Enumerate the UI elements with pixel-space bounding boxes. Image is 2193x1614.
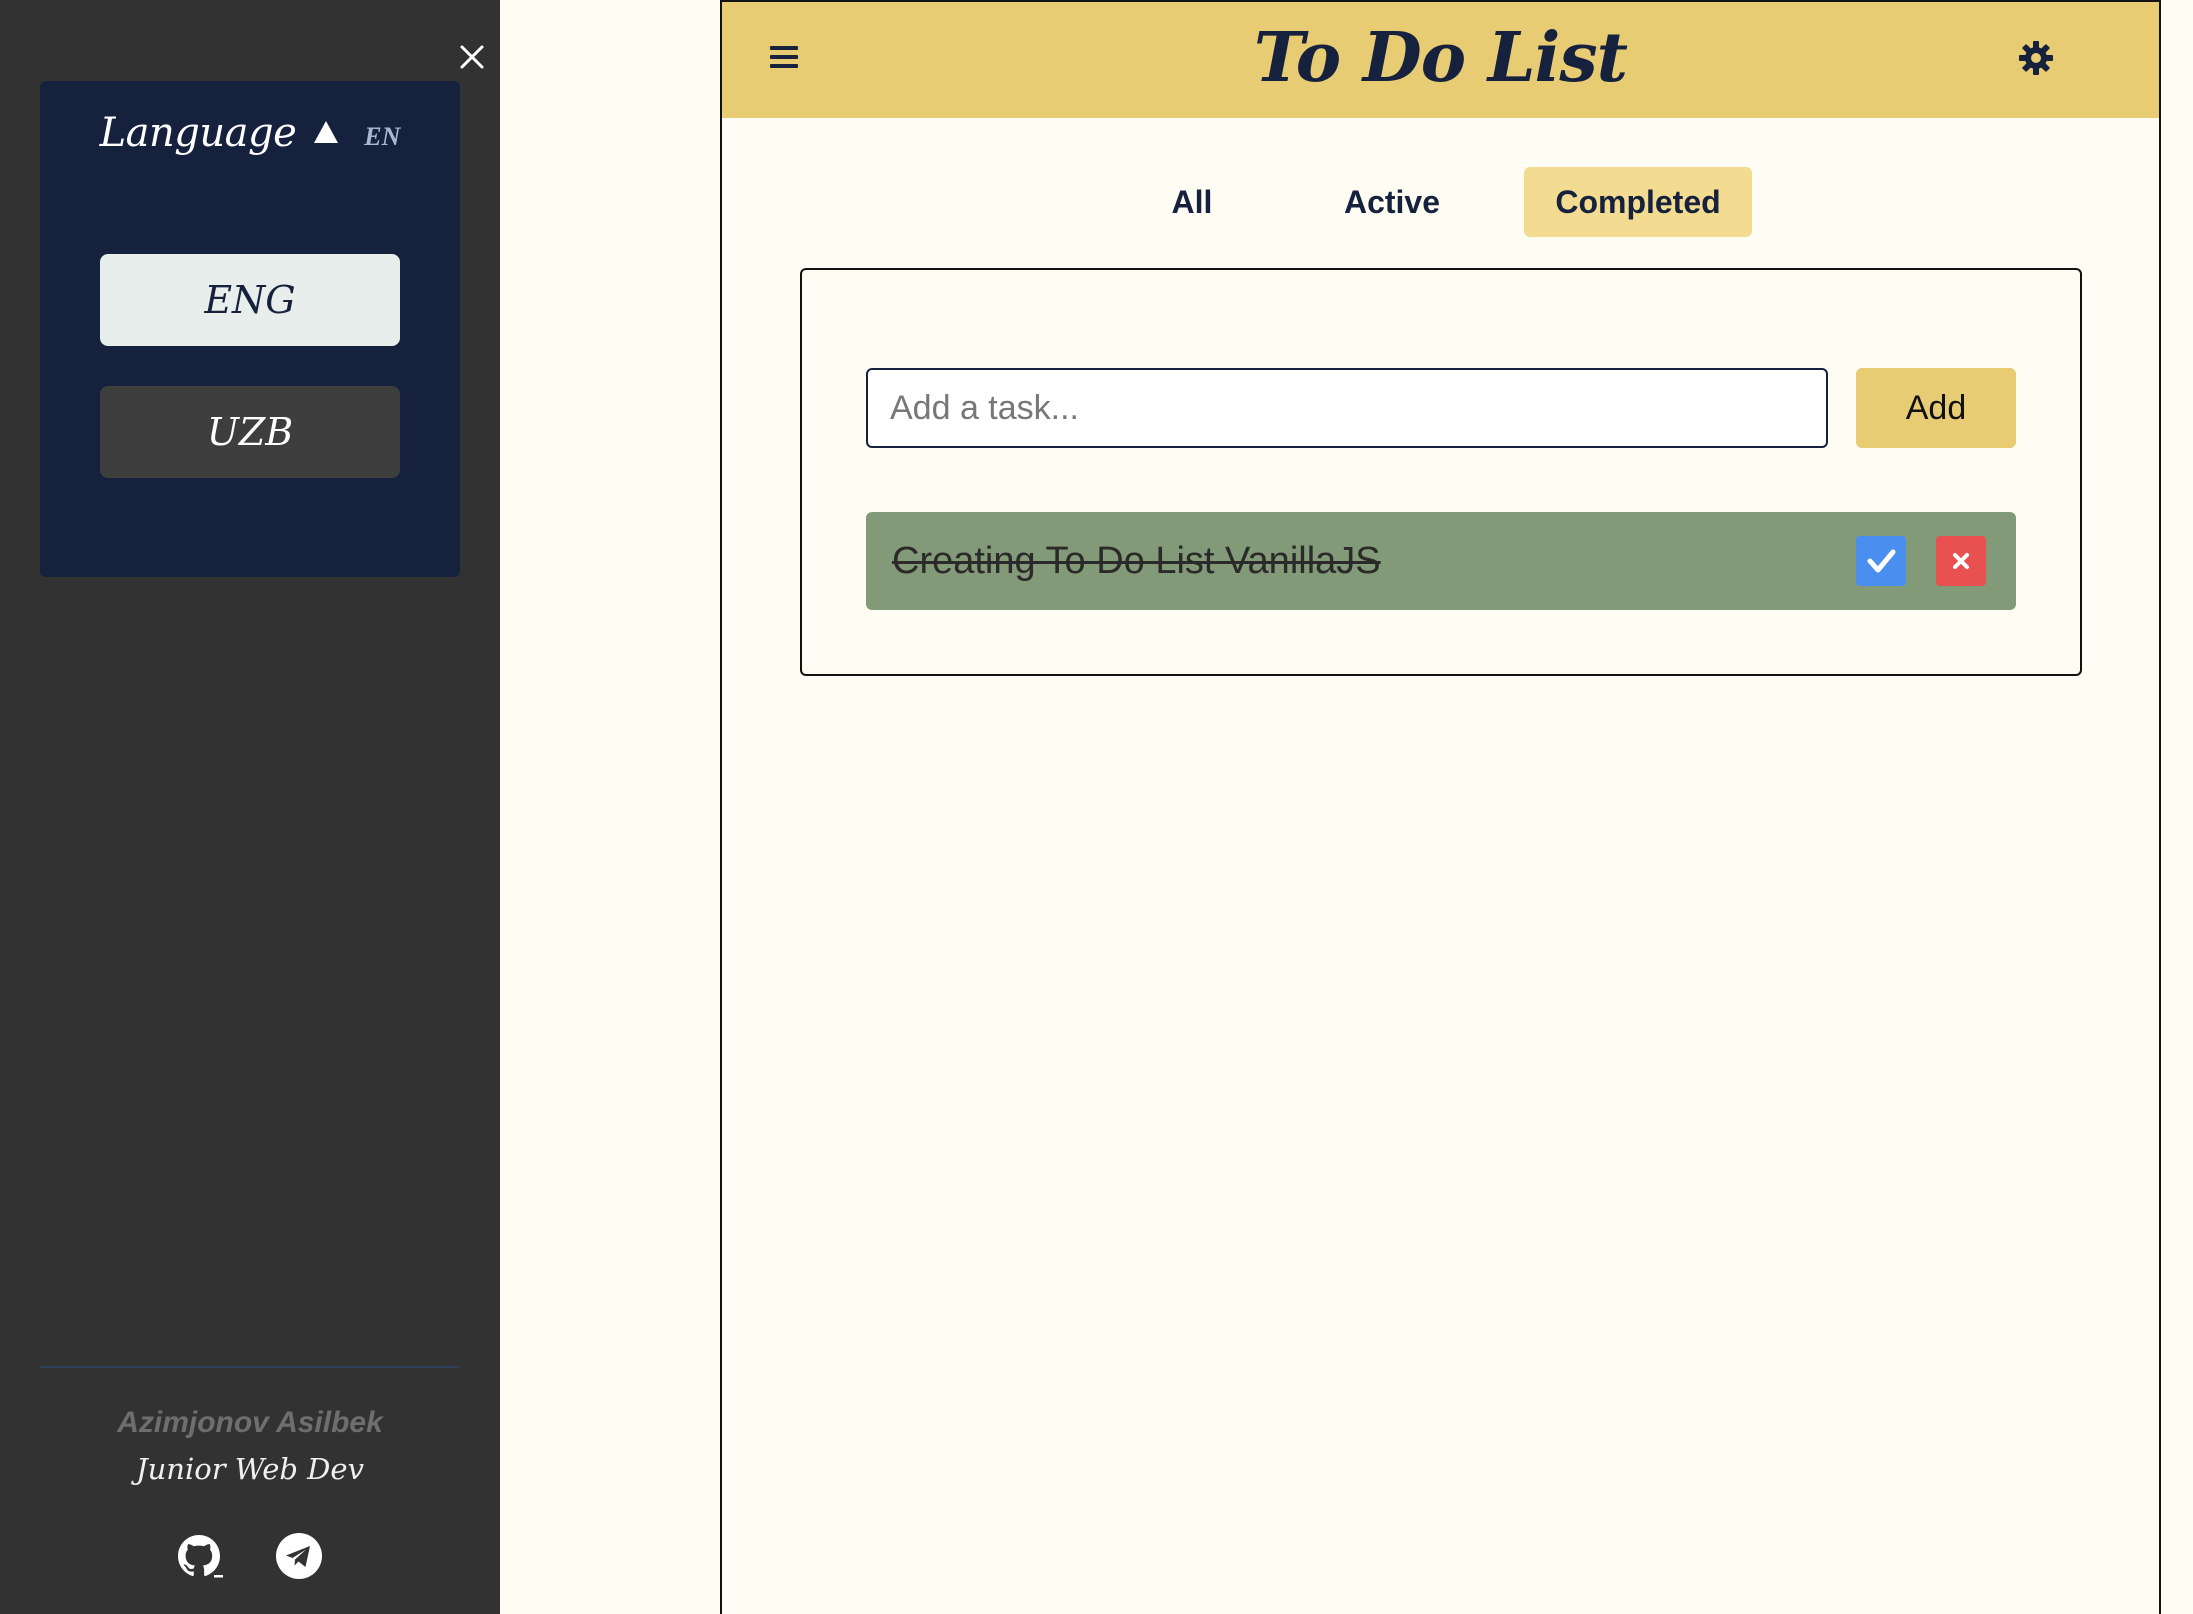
task-input[interactable] xyxy=(866,368,1828,448)
language-dropdown-toggle[interactable]: Language EN xyxy=(40,103,460,163)
language-option-uzb[interactable]: UZB xyxy=(100,386,400,478)
task-text: Creating To Do List VanillaJS xyxy=(892,540,1381,582)
tab-all[interactable]: All xyxy=(1142,167,1242,237)
tab-active[interactable]: Active xyxy=(1322,167,1462,237)
filter-tabs: All Active Completed xyxy=(722,167,2159,237)
telegram-icon[interactable] xyxy=(274,1531,324,1581)
author-name: Azimjonov Asilbek xyxy=(117,1406,383,1439)
task-card: Add Creating To Do List VanillaJS xyxy=(800,268,2082,676)
sidebar-divider xyxy=(40,1366,460,1368)
caret-up-icon xyxy=(314,121,339,143)
gear-icon[interactable] xyxy=(2016,38,2056,78)
tab-completed[interactable]: Completed xyxy=(1524,167,1752,237)
add-task-button[interactable]: Add xyxy=(1856,368,2016,448)
task-list-item: Creating To Do List VanillaJS xyxy=(866,512,2016,610)
todo-app: To Do List All Active Completed Add a ta… xyxy=(720,0,2161,1614)
app-header: To Do List xyxy=(722,2,2159,118)
language-panel: Language EN ENG UZB xyxy=(40,81,460,577)
page-title: To Do List xyxy=(1253,18,1628,98)
close-icon[interactable] xyxy=(455,40,489,74)
delete-icon[interactable] xyxy=(1936,536,1986,586)
current-language-code: EN xyxy=(364,122,401,151)
language-title: Language xyxy=(99,110,297,156)
github-icon[interactable] xyxy=(174,1531,224,1581)
author-role: Junior Web Dev xyxy=(136,1452,364,1486)
sidebar: Language EN ENG UZB Azimjonov Asilbek Ju… xyxy=(0,0,500,1614)
checkmark-icon[interactable] xyxy=(1856,536,1906,586)
language-option-eng[interactable]: ENG xyxy=(100,254,400,346)
